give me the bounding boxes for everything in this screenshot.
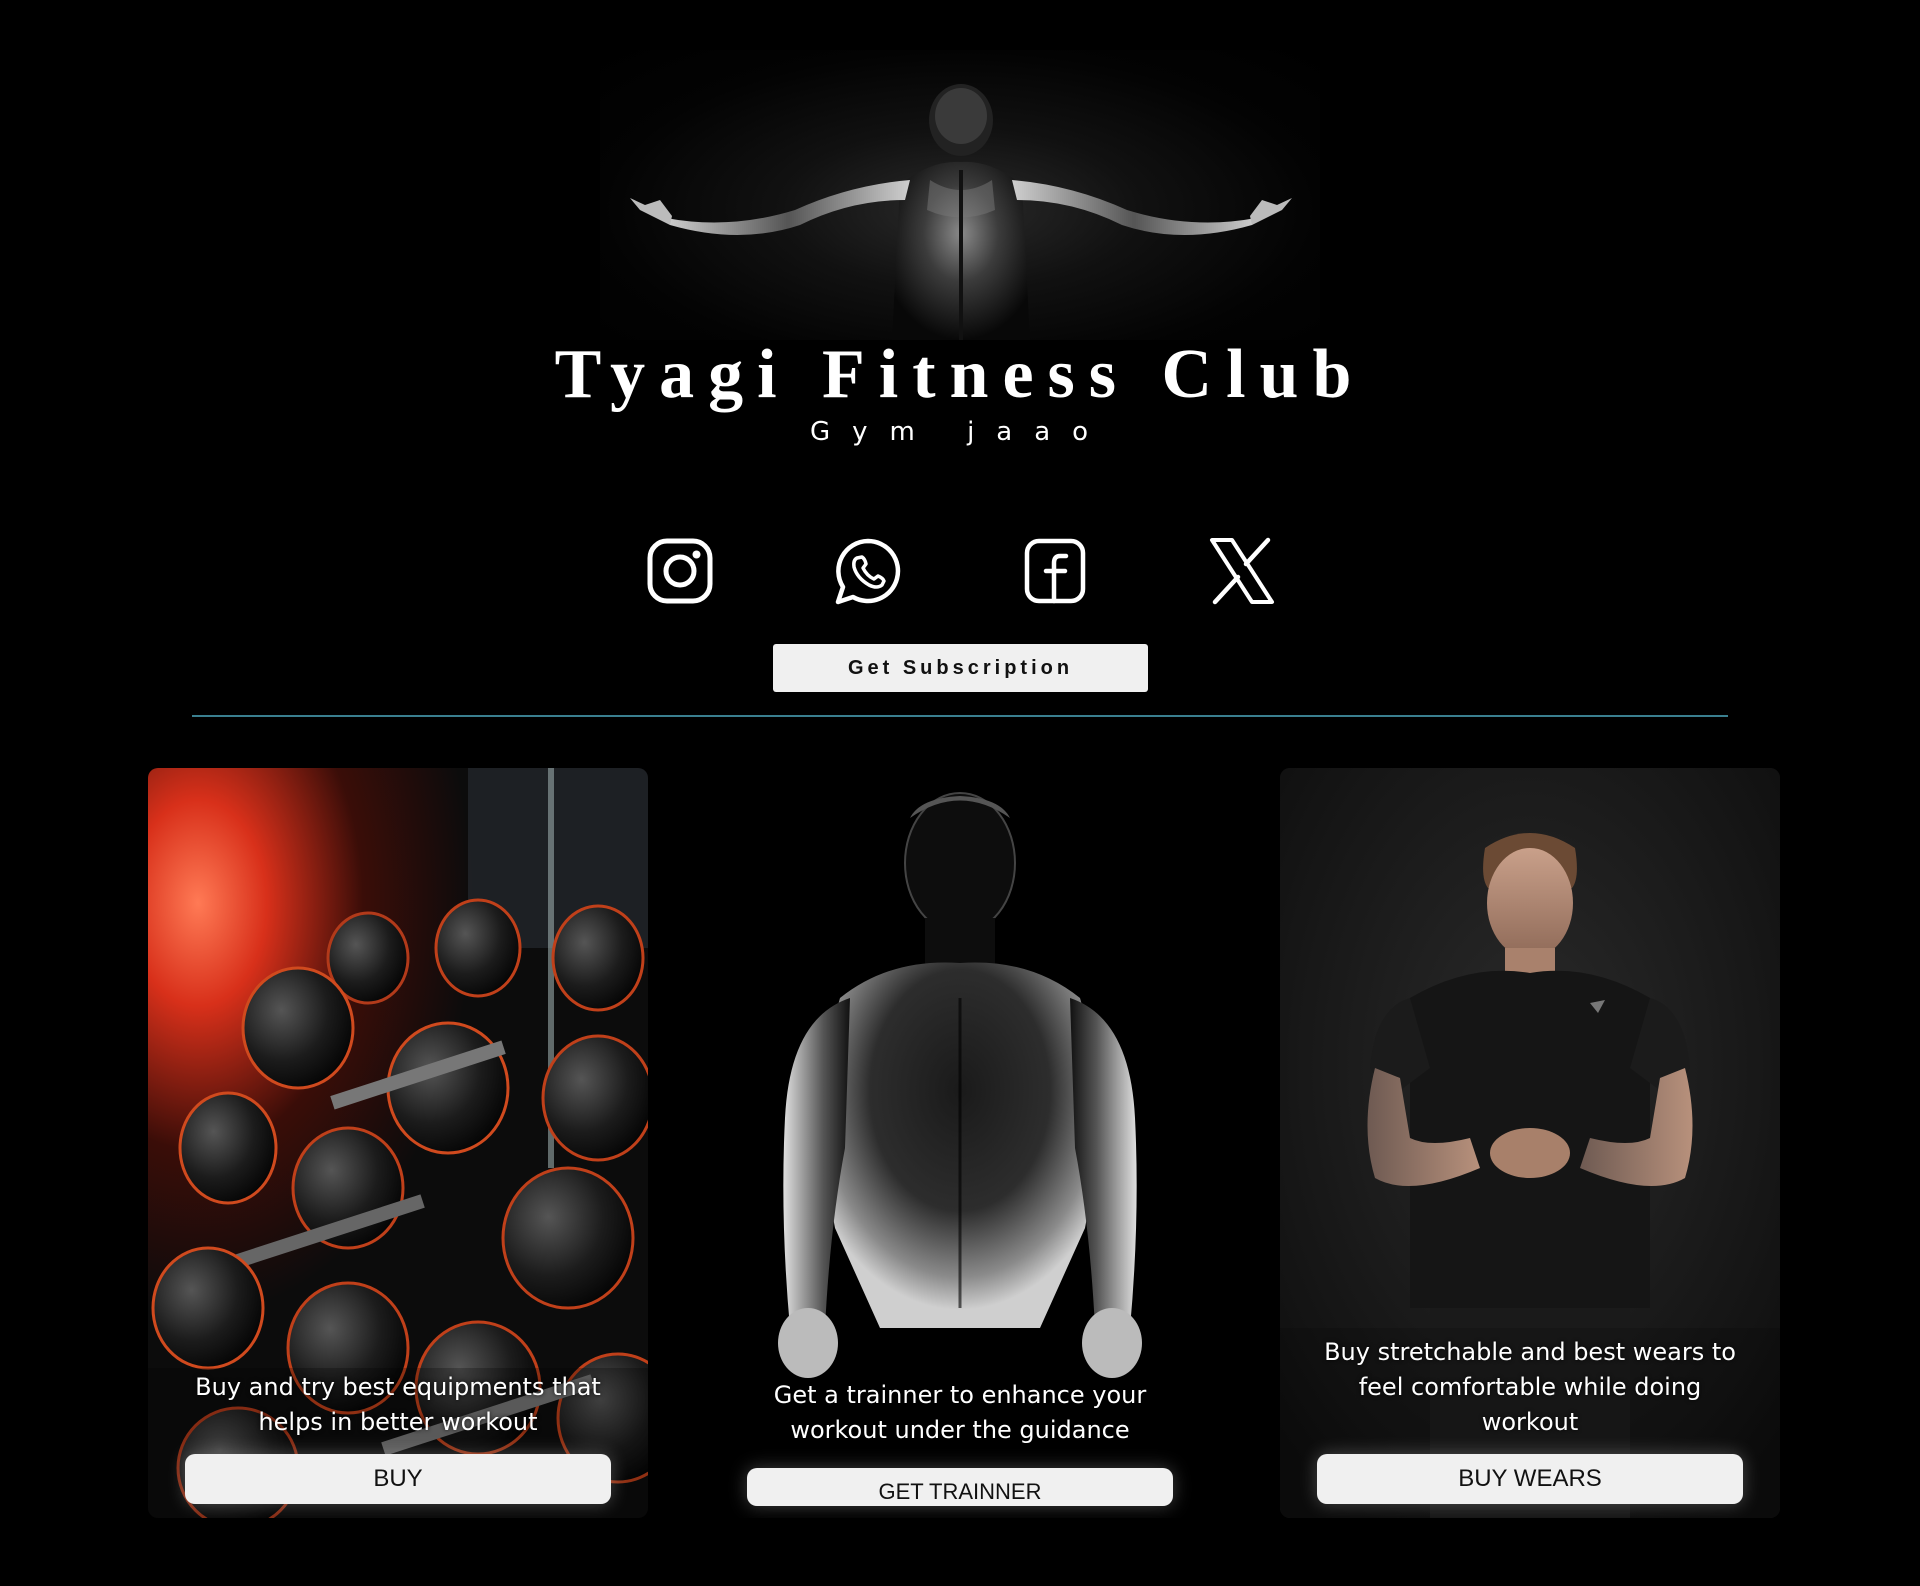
x-icon [1210,537,1274,605]
wears-card: Buy stretchable and best wears to feel c… [1280,768,1780,1518]
whatsapp-icon [835,538,901,605]
section-divider [192,715,1728,717]
site-tagline: Gym jaao [809,417,1111,447]
hero-image [600,50,1320,340]
get-trainner-button[interactable]: GET TRAINNER [747,1468,1173,1506]
social-links [0,536,1920,606]
get-subscription-button[interactable]: Get Subscription [773,644,1148,692]
page: Tyagi Fitness Club Gym jaao Get Subscrip… [0,0,1920,1586]
buy-wears-button[interactable]: BUY WEARS [1317,1454,1743,1504]
instagram-link[interactable] [645,536,715,606]
instagram-icon [647,538,713,604]
equipment-card-text: Buy and try best equipments that helps i… [195,1373,601,1436]
facebook-link[interactable] [1020,536,1090,606]
whatsapp-link[interactable] [833,536,903,606]
trainer-card: Get a trainner to enhance your workout u… [710,768,1210,1518]
site-title: Tyagi Fitness Club [554,336,1366,413]
facebook-icon [1024,538,1086,604]
buy-button[interactable]: BUY [185,1454,611,1504]
equipment-card: Buy and try best equipments that helps i… [148,768,648,1518]
wears-card-text: Buy stretchable and best wears to feel c… [1324,1338,1736,1436]
x-link[interactable] [1207,536,1277,606]
trainer-card-text: Get a trainner to enhance your workout u… [773,1381,1147,1444]
